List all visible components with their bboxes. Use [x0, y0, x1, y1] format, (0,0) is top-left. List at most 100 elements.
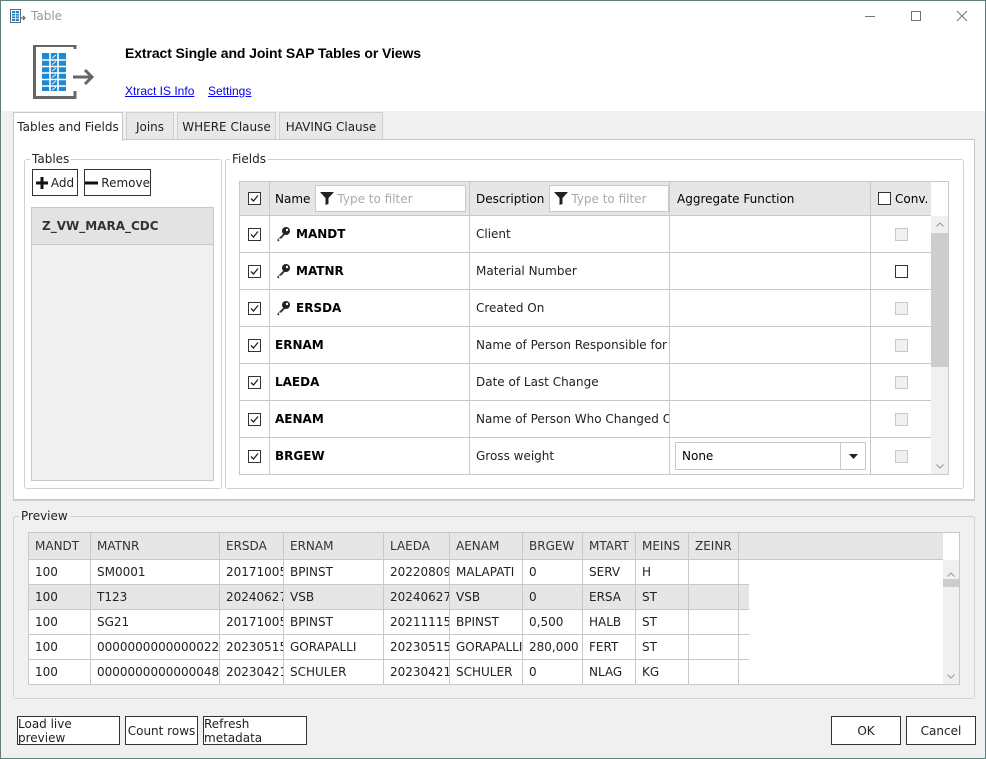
- field-row[interactable]: BRGEW Gross weight None: [240, 438, 931, 474]
- window-title: Table: [31, 9, 63, 23]
- field-aggregate-cell: [670, 216, 871, 252]
- field-row[interactable]: MANDT Client: [240, 216, 931, 253]
- preview-row[interactable]: 100 SG21 20171005 BPINST 20211115 BPINST 0,500…: [29, 610, 749, 635]
- field-description-cell: Name of Person Who Changed Obj: [470, 401, 670, 437]
- checkmark-icon: [250, 267, 259, 275]
- xtract-is-info-link[interactable]: Xtract IS Info: [125, 84, 194, 98]
- field-description-cell: Name of Person Responsible for Cre: [470, 327, 670, 363]
- preview-cell: 20220809: [384, 560, 450, 584]
- remove-table-button[interactable]: Remove: [84, 169, 151, 196]
- field-row[interactable]: ERNAM Name of Person Responsible for Cre: [240, 327, 931, 364]
- chevron-down-icon: [935, 463, 944, 469]
- tables-list[interactable]: Z_VW_MARA_CDC: [31, 207, 214, 481]
- preview-column-header[interactable]: MANDT: [29, 533, 91, 559]
- scroll-down-arrow[interactable]: [931, 458, 948, 474]
- field-select-cell: [240, 253, 270, 289]
- preview-cell: BPINST: [450, 610, 523, 634]
- preview-column-header[interactable]: ERSDA: [220, 533, 284, 559]
- preview-vertical-scrollbar[interactable]: [943, 560, 959, 684]
- preview-column-header[interactable]: ZEINR: [689, 533, 739, 559]
- load-live-preview-button[interactable]: Load live preview: [17, 716, 120, 745]
- field-select-checkbox[interactable]: [248, 301, 261, 315]
- title-bar: Table: [1, 1, 985, 31]
- conv-header-label: Conv.: [895, 191, 929, 206]
- close-button[interactable]: [939, 1, 985, 31]
- scroll-thumb[interactable]: [931, 233, 948, 367]
- tab-having-clause[interactable]: HAVING Clause: [279, 112, 383, 140]
- tables-group-label: Tables: [30, 152, 72, 166]
- fields-vertical-scrollbar[interactable]: [931, 216, 948, 474]
- field-select-checkbox[interactable]: [248, 338, 261, 352]
- preview-cell: 20230421: [384, 660, 450, 684]
- field-select-checkbox[interactable]: [248, 412, 261, 426]
- preview-cell: 20171005: [220, 610, 284, 634]
- field-aggregate-cell: [670, 327, 871, 363]
- field-select-cell: [240, 327, 270, 363]
- preview-row[interactable]: 10000000000000000222120230515GORAPALLI20…: [29, 635, 749, 660]
- table-app-icon: [10, 9, 26, 23]
- scroll-down-arrow[interactable]: [943, 668, 959, 684]
- field-row[interactable]: MATNR Material Number: [240, 253, 931, 290]
- minimize-button[interactable]: [847, 1, 893, 31]
- count-rows-button[interactable]: Count rows: [125, 716, 198, 745]
- fields-grid-header: Name Description Aggregate Function Conv…: [240, 182, 931, 216]
- ok-button[interactable]: OK: [831, 716, 901, 745]
- preview-column-header[interactable]: ERNAM: [284, 533, 384, 559]
- conv-all-checkbox[interactable]: [878, 192, 891, 205]
- preview-row[interactable]: 100 T123 20240627 VSB 20240627 VSB 0 ERSA ST: [29, 585, 749, 610]
- aggregate-function-dropdown[interactable]: None: [675, 442, 866, 470]
- name-filter-input[interactable]: [337, 191, 438, 206]
- settings-link[interactable]: Settings: [208, 84, 251, 98]
- preview-grid-header: MANDT MATNR ERSDA ERNAM LAEDA AENAM BRGEW MTART…: [29, 533, 943, 560]
- checkmark-icon: [250, 378, 259, 386]
- preview-column-header[interactable]: LAEDA: [384, 533, 450, 559]
- field-select-cell: [240, 364, 270, 400]
- conversion-checkbox[interactable]: [894, 264, 908, 278]
- preview-column-header[interactable]: MEINS: [636, 533, 689, 559]
- aggregate-header-label: Aggregate Function: [677, 191, 795, 206]
- fields-grid: Name Description Aggregate Function Conv…: [239, 181, 949, 475]
- dropdown-arrow[interactable]: [840, 443, 865, 469]
- field-select-checkbox[interactable]: [248, 375, 261, 389]
- preview-column-header[interactable]: AENAM: [450, 533, 523, 559]
- preview-column-header[interactable]: MATNR: [91, 533, 220, 559]
- field-row[interactable]: LAEDA Date of Last Change: [240, 364, 931, 401]
- aggregate-function-value: None: [682, 449, 714, 463]
- tab-joins[interactable]: Joins: [126, 112, 174, 140]
- preview-cell: SG21: [91, 610, 220, 634]
- field-select-cell: [240, 216, 270, 252]
- preview-cell: [689, 610, 739, 634]
- preview-cell: VSB: [450, 585, 523, 609]
- description-header-label: Description: [476, 191, 545, 206]
- preview-row[interactable]: 100 SM0001 20171005 BPINST 20220809 MALAPATI 0…: [29, 560, 749, 585]
- table-extract-logo-icon: [33, 44, 95, 99]
- field-select-checkbox[interactable]: [248, 449, 261, 463]
- field-select-checkbox[interactable]: [248, 227, 261, 241]
- chevron-up-icon: [935, 221, 944, 227]
- conversion-checkbox: [894, 338, 908, 352]
- preview-column-header[interactable]: BRGEW: [523, 533, 583, 559]
- scroll-up-arrow[interactable]: [931, 216, 948, 232]
- table-list-item[interactable]: Z_VW_MARA_CDC: [32, 208, 213, 245]
- field-select-checkbox[interactable]: [248, 264, 261, 278]
- field-row[interactable]: ERSDA Created On: [240, 290, 931, 327]
- tab-where-clause[interactable]: WHERE Clause: [177, 112, 276, 140]
- preview-row[interactable]: 10000000000000000489420230421SCHULER2023…: [29, 660, 749, 684]
- select-all-checkbox[interactable]: [248, 192, 261, 205]
- field-name: BRGEW: [275, 449, 325, 463]
- preview-cell: 20211115: [384, 610, 450, 634]
- checkmark-icon: [250, 304, 259, 312]
- field-conv-cell: [871, 290, 931, 326]
- preview-column-header[interactable]: MTART: [583, 533, 636, 559]
- scroll-thumb[interactable]: [943, 579, 959, 587]
- refresh-metadata-button[interactable]: Refresh metadata: [203, 716, 307, 745]
- field-row[interactable]: AENAM Name of Person Who Changed Obj: [240, 401, 931, 438]
- preview-cell: [689, 660, 739, 684]
- description-filter-input[interactable]: [571, 191, 662, 206]
- field-description: Name of Person Responsible for Cre: [476, 338, 670, 352]
- tab-tables-and-fields[interactable]: Tables and Fields: [13, 112, 123, 141]
- add-table-button[interactable]: Add: [32, 169, 78, 196]
- maximize-button[interactable]: [893, 1, 939, 31]
- preview-cell: 100: [29, 560, 91, 584]
- cancel-button[interactable]: Cancel: [906, 716, 976, 745]
